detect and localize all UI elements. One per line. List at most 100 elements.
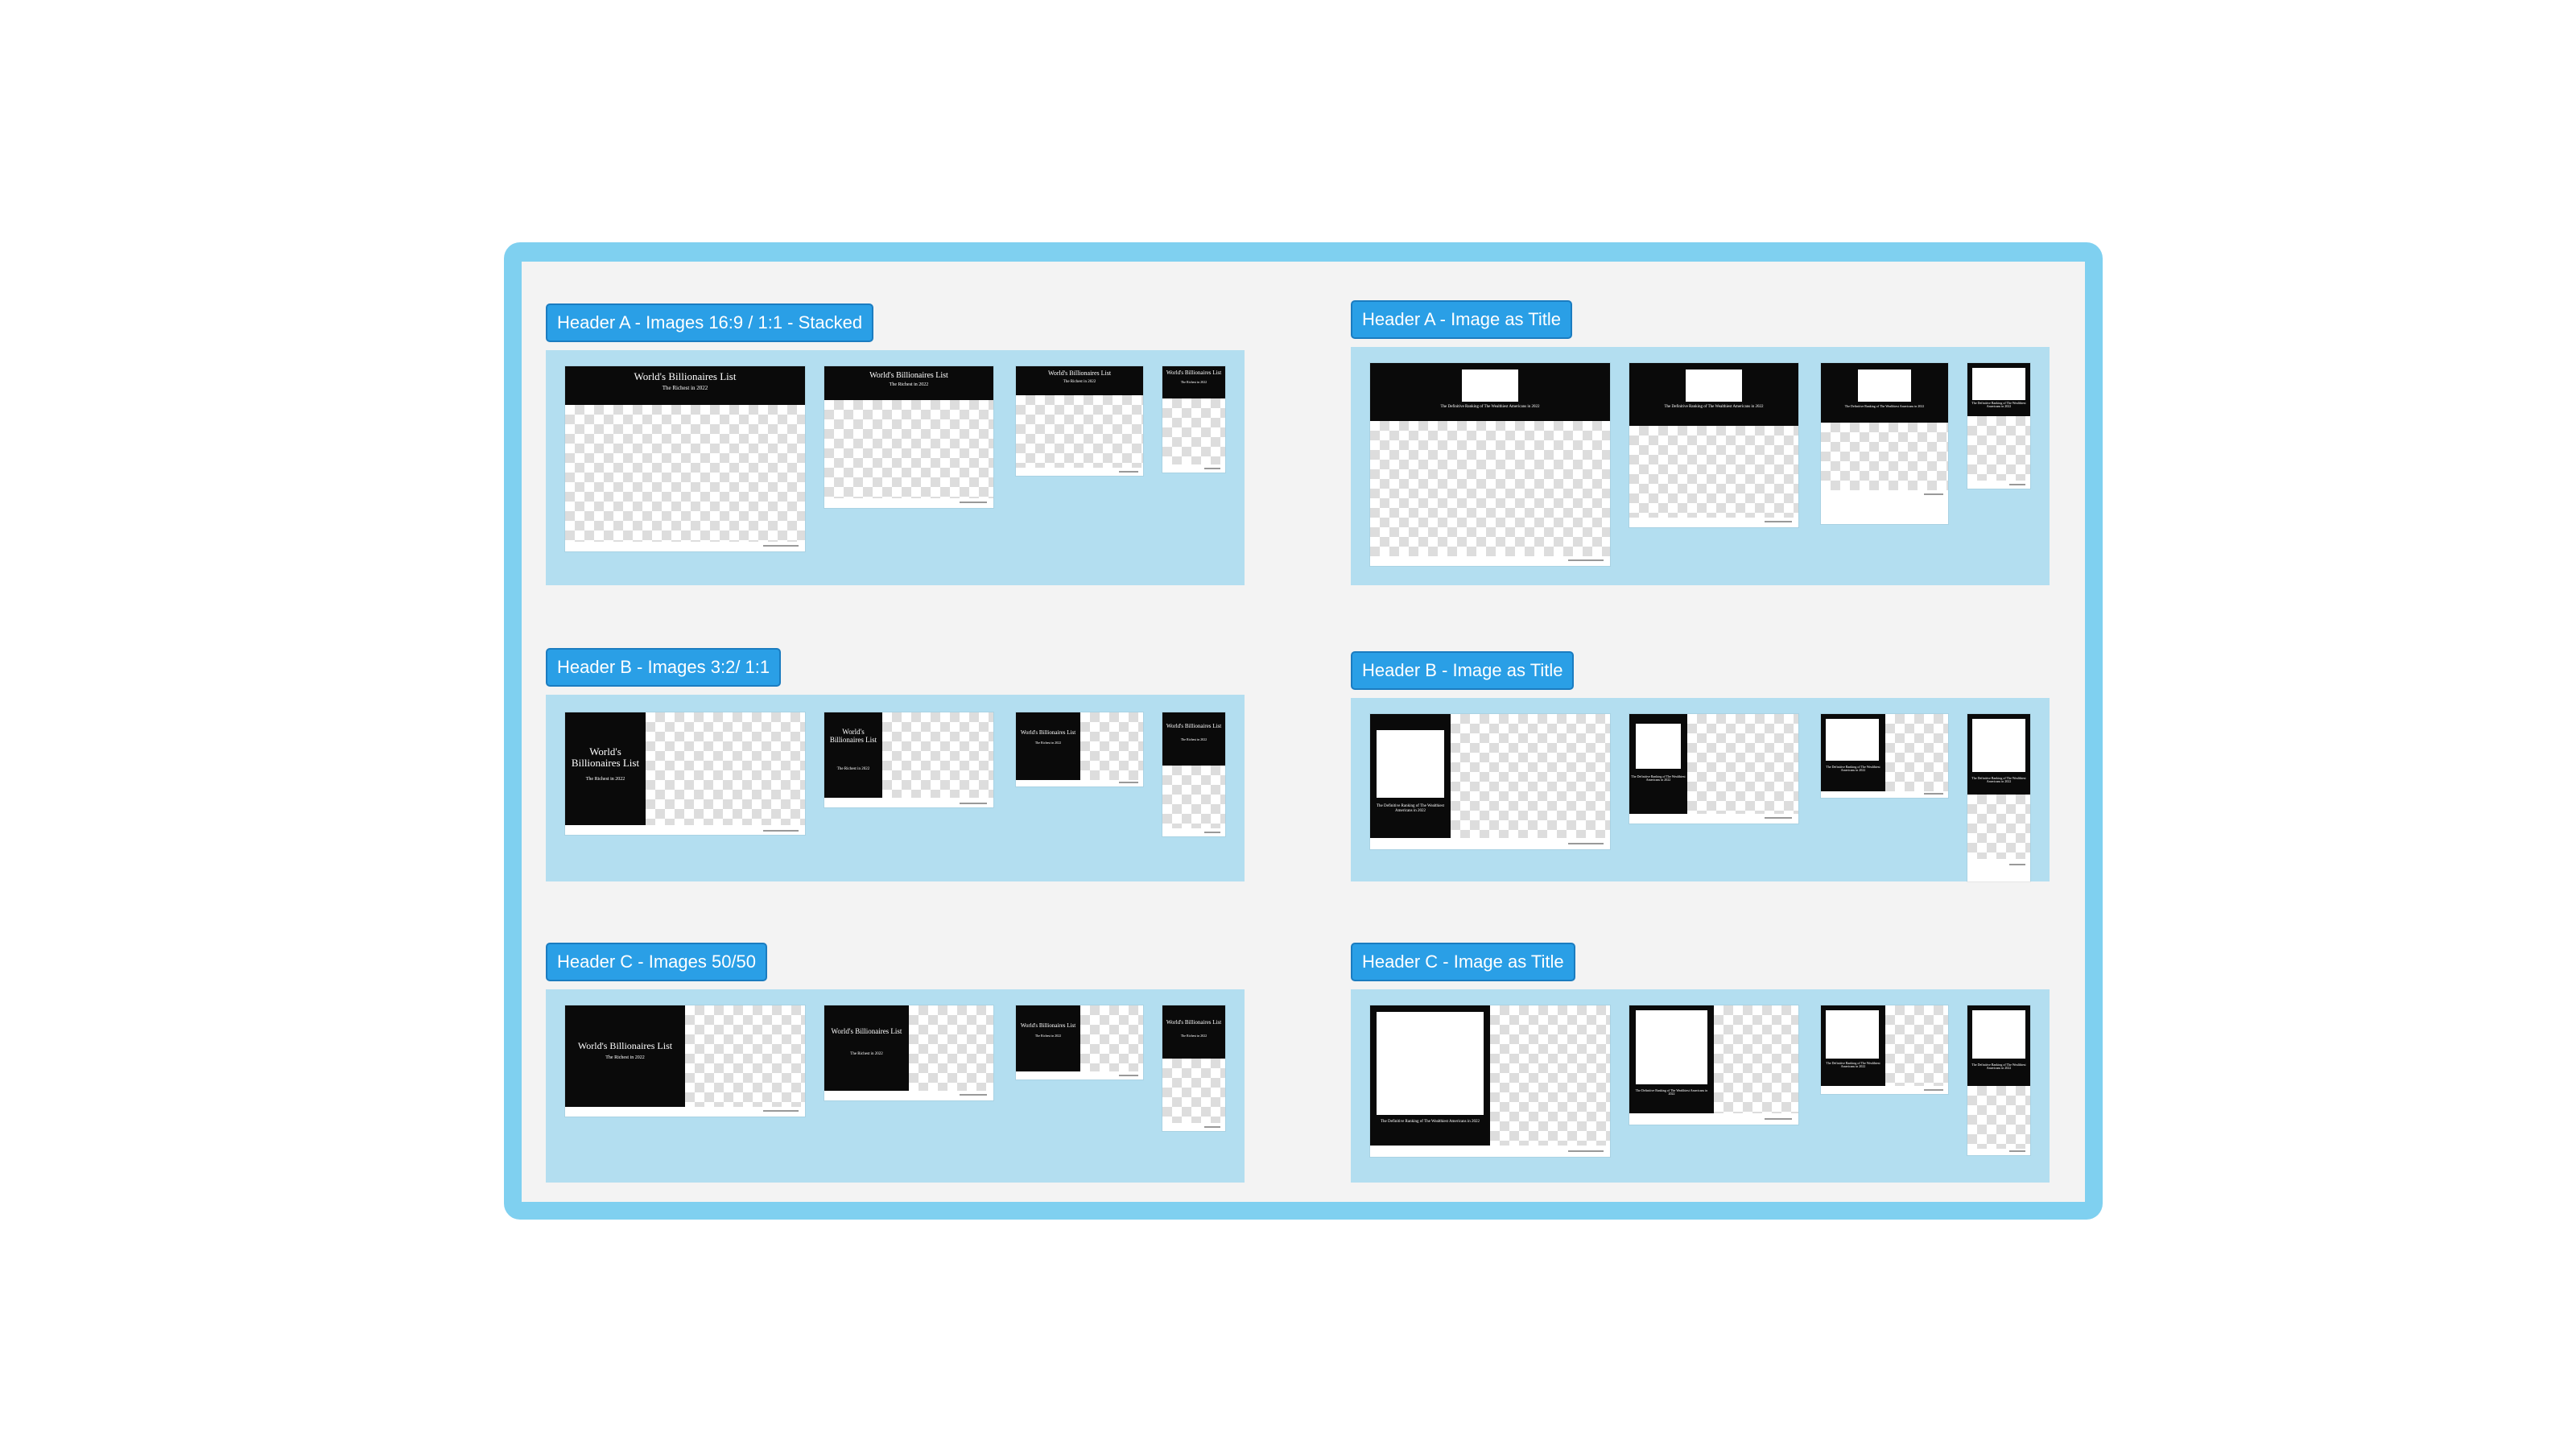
image-placeholder xyxy=(909,1005,993,1091)
thumb-headline: World's Billionaires List xyxy=(1020,729,1076,736)
image-placeholder xyxy=(646,712,805,825)
title-image xyxy=(1972,719,2025,772)
image-placeholder xyxy=(1885,714,1948,791)
thumbnail-mobile[interactable]: World's Billionaires List The Richest in… xyxy=(1162,1005,1225,1131)
section-label[interactable]: Header A - Images 16:9 / 1:1 - Stacked xyxy=(546,303,874,342)
image-placeholder xyxy=(1821,423,1948,490)
thumb-headline: World's Billionaires List xyxy=(1166,1019,1222,1026)
thumbnail-tablet[interactable]: World's Billionaires List The Richest in… xyxy=(1016,366,1143,476)
title-image xyxy=(1972,1010,2025,1059)
image-placeholder xyxy=(824,400,993,498)
thumbnail-laptop[interactable]: World's Billionaires List The Richest in… xyxy=(824,1005,993,1100)
thumbnail-tablet[interactable]: World's Billionaires List The Richest in… xyxy=(1016,712,1143,786)
section-label[interactable]: Header B - Images 3:2/ 1:1 xyxy=(546,648,782,687)
caption-line xyxy=(1924,1089,1943,1091)
section-label[interactable]: Header C - Image as Title xyxy=(1351,943,1575,981)
thumb-headline: World's Billionaires List xyxy=(634,370,737,382)
thumb-headline: World's Billionaires List xyxy=(831,1027,902,1035)
caption-line xyxy=(1924,493,1943,495)
thumb-ranking: The Definitive Ranking of The Wealthiest… xyxy=(1664,405,1764,409)
image-placeholder xyxy=(882,712,993,798)
thumb-headline: World's Billionaires List xyxy=(577,1040,673,1051)
caption-line xyxy=(960,502,987,503)
image-placeholder xyxy=(1967,416,2030,481)
image-placeholder xyxy=(1370,421,1610,556)
caption-line xyxy=(763,1110,799,1112)
artboard-frame: Header A - Images 16:9 / 1:1 - Stacked W… xyxy=(504,242,2103,1220)
image-placeholder xyxy=(1714,1005,1798,1113)
thumb-ranking: The Definitive Ranking of The Wealthiest… xyxy=(1635,1088,1708,1096)
caption-line xyxy=(1119,1075,1138,1076)
thumbnail-tablet[interactable]: The Definitive Ranking of The Wealthiest… xyxy=(1821,363,1948,524)
thumb-ranking: The Definitive Ranking of The Wealthiest… xyxy=(1381,1120,1480,1124)
header-block xyxy=(824,1005,909,1091)
thumbnail-tablet[interactable]: The Definitive Ranking of The Wealthiest… xyxy=(1821,1005,1948,1094)
image-placeholder xyxy=(685,1005,805,1107)
thumbnail-desktop[interactable]: The Definitive Ranking of The Wealthiest… xyxy=(1370,1005,1610,1157)
header-block xyxy=(1162,1005,1225,1059)
thumbnail-mobile[interactable]: World's Billionaires List The Richest in… xyxy=(1162,712,1225,836)
thumbnail-desktop[interactable]: World's Billionaires List The Richest in… xyxy=(565,712,805,835)
thumbnail-mobile[interactable]: The Definitive Ranking of The Wealthiest… xyxy=(1967,1005,2030,1155)
image-placeholder xyxy=(1162,766,1225,828)
thumbnail-mobile[interactable]: The Definitive Ranking of The Wealthiest… xyxy=(1967,714,2030,881)
image-placeholder xyxy=(1016,395,1143,468)
thumb-subhead: The Richest in 2022 xyxy=(1034,741,1062,745)
thumbnail-desktop[interactable]: World's Billionaires List The Richest in… xyxy=(565,1005,805,1117)
thumbnail-laptop[interactable]: The Definitive Ranking of The Wealthiest… xyxy=(1629,363,1798,527)
thumb-ranking: The Definitive Ranking of The Wealthiest… xyxy=(1826,765,1880,773)
artboard-canvas: Header A - Images 16:9 / 1:1 - Stacked W… xyxy=(522,262,2085,1202)
caption-line xyxy=(1568,559,1604,561)
thumbnail-tablet[interactable]: World's Billionaires List The Richest in… xyxy=(1016,1005,1143,1080)
section-label[interactable]: Header B - Image as Title xyxy=(1351,651,1575,690)
variant-panel-c-images: World's Billionaires List The Richest in… xyxy=(546,989,1245,1183)
thumbnail-mobile[interactable]: World's Billionaires List The Richest in… xyxy=(1162,366,1225,473)
caption-line xyxy=(960,1094,987,1096)
header-block xyxy=(1016,1005,1080,1071)
variant-panel-a-stacked: World's Billionaires List The Richest in… xyxy=(546,350,1245,585)
caption-line xyxy=(2009,864,2025,865)
caption-line xyxy=(763,830,799,832)
image-placeholder xyxy=(1080,1005,1143,1071)
image-placeholder xyxy=(1162,1059,1225,1123)
header-block xyxy=(824,712,882,798)
thumb-ranking: The Definitive Ranking of The Wealthiest… xyxy=(1377,804,1444,813)
image-placeholder xyxy=(565,405,805,542)
thumb-subhead: The Richest in 2022 xyxy=(1063,380,1096,384)
caption-line xyxy=(2009,1150,2025,1152)
thumbnail-desktop[interactable]: The Definitive Ranking of The Wealthiest… xyxy=(1370,714,1610,849)
thumb-headline: World's Billionaires List xyxy=(829,728,877,744)
thumb-subhead: The Richest in 2022 xyxy=(1180,380,1208,384)
title-image xyxy=(1972,368,2025,400)
thumb-headline: World's Billionaires List xyxy=(869,371,948,380)
caption-line xyxy=(1204,832,1220,833)
section-label[interactable]: Header C - Images 50/50 xyxy=(546,943,768,981)
thumb-headline: World's Billionaires List xyxy=(1020,1022,1076,1029)
title-image xyxy=(1636,724,1681,769)
thumbnail-laptop[interactable]: World's Billionaires List The Richest in… xyxy=(824,712,993,807)
thumbnail-laptop[interactable]: The Definitive Ranking of The Wealthiest… xyxy=(1629,714,1798,824)
thumb-subhead: The Richest in 2022 xyxy=(662,385,708,391)
thumbnail-desktop[interactable]: World's Billionaires List The Richest in… xyxy=(565,366,805,551)
section-label[interactable]: Header A - Image as Title xyxy=(1351,300,1573,339)
caption-line xyxy=(1204,1126,1220,1128)
thumb-headline: World's Billionaires List xyxy=(1166,369,1222,376)
variant-panel-c-image-title: The Definitive Ranking of The Wealthiest… xyxy=(1351,989,2050,1183)
thumbnail-tablet[interactable]: The Definitive Ranking of The Wealthiest… xyxy=(1821,714,1948,798)
title-image xyxy=(1858,369,1911,402)
thumbnail-mobile[interactable]: The Definitive Ranking of The Wealthiest… xyxy=(1967,363,2030,489)
thumb-subhead: The Richest in 2022 xyxy=(1180,737,1208,741)
thumb-ranking: The Definitive Ranking of The Wealthiest… xyxy=(1971,1063,2026,1071)
thumbnail-desktop[interactable]: The Definitive Ranking of The Wealthiest… xyxy=(1370,363,1610,566)
caption-line xyxy=(1568,1150,1604,1152)
thumb-ranking: The Definitive Ranking of The Wealthiest… xyxy=(1631,774,1686,782)
caption-line xyxy=(1765,1118,1792,1120)
caption-line xyxy=(1119,471,1138,473)
title-image xyxy=(1826,1010,1879,1059)
thumbnail-laptop[interactable]: The Definitive Ranking of The Wealthiest… xyxy=(1629,1005,1798,1125)
thumb-headline: World's Billionaires List xyxy=(1166,723,1222,729)
image-placeholder xyxy=(1885,1005,1948,1086)
thumbnail-laptop[interactable]: World's Billionaires List The Richest in… xyxy=(824,366,993,508)
caption-line xyxy=(763,545,799,547)
thumb-headline: World's Billionaires List xyxy=(571,745,640,770)
